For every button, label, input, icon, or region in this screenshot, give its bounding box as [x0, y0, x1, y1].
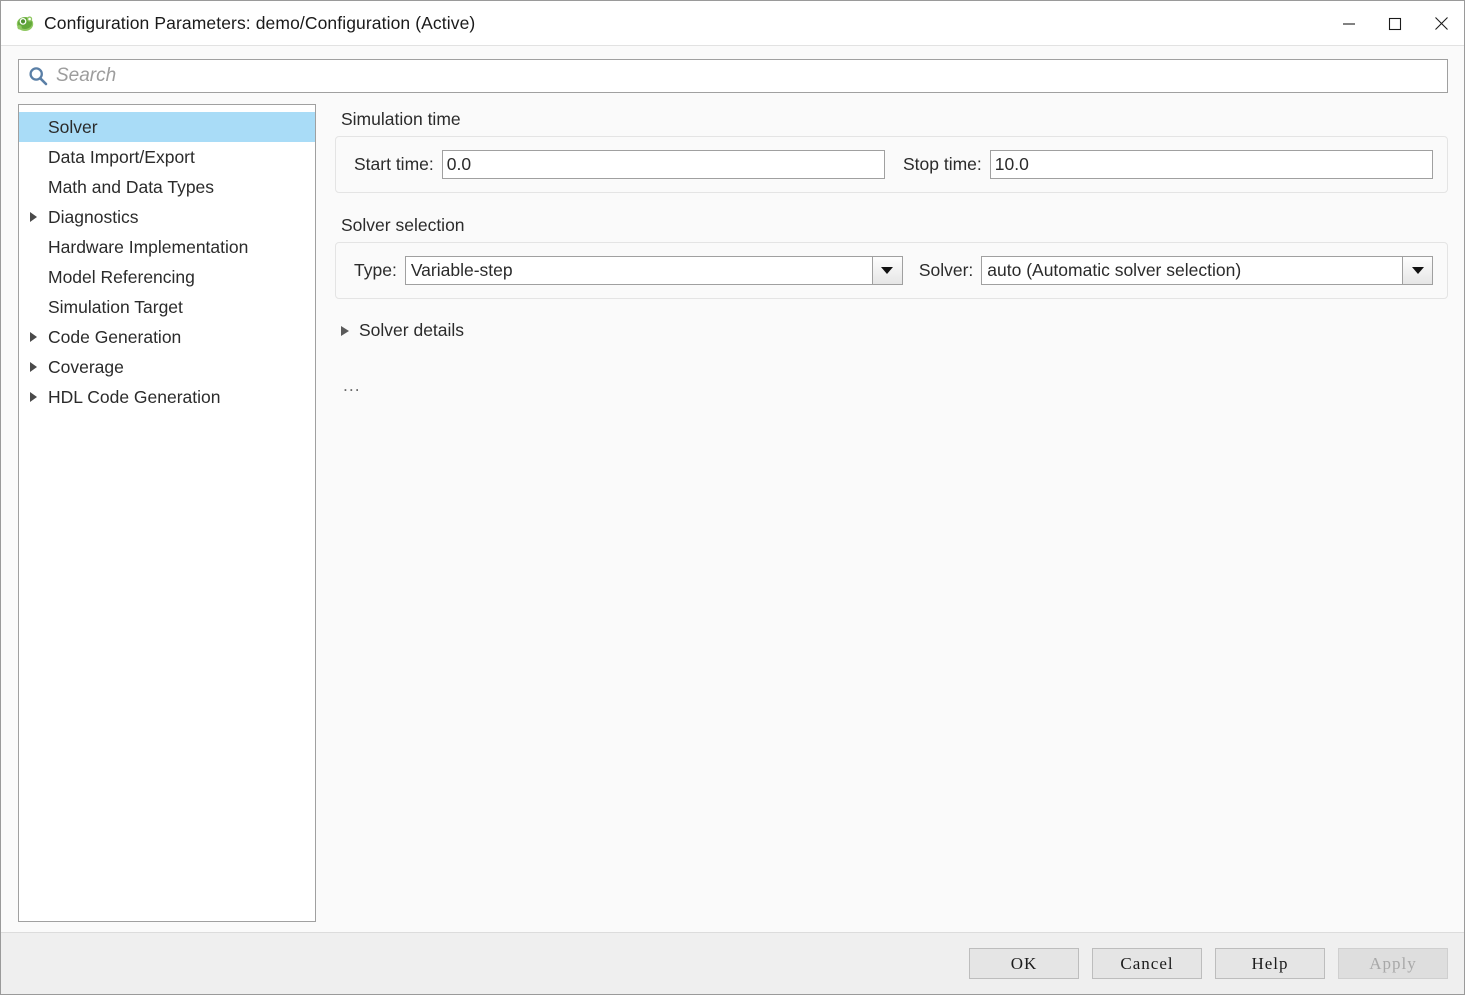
sidebar-item-label: Code Generation: [48, 326, 182, 347]
window-controls: [1326, 1, 1464, 46]
expand-arrow-icon[interactable]: [30, 382, 46, 412]
sidebar-item-solver[interactable]: Solver: [19, 112, 315, 142]
sidebar-item-code-generation[interactable]: Code Generation: [19, 322, 315, 352]
expand-arrow-icon[interactable]: [30, 202, 46, 232]
settings-tree: Solver Data Import/Export Math and Data …: [18, 104, 316, 922]
sidebar-item-math-and-data-types[interactable]: Math and Data Types: [19, 172, 315, 202]
sidebar-item-label: Model Referencing: [48, 266, 195, 287]
apply-button: Apply: [1338, 948, 1448, 979]
tree-arrow-placeholder: [30, 232, 46, 262]
solver-label: Solver:: [918, 260, 974, 280]
sidebar-item-model-referencing[interactable]: Model Referencing: [19, 262, 315, 292]
sidebar-item-data-import-export[interactable]: Data Import/Export: [19, 142, 315, 172]
simulation-time-heading: Simulation time: [341, 109, 461, 129]
window-title: Configuration Parameters: demo/Configura…: [44, 12, 476, 33]
settings-content: Simulation time Start time: Stop time: S…: [316, 104, 1448, 922]
maximize-button[interactable]: [1372, 1, 1418, 46]
chevron-down-icon[interactable]: [1402, 257, 1432, 284]
sidebar-item-label: Coverage: [48, 356, 124, 377]
title-bar: Configuration Parameters: demo/Configura…: [1, 1, 1464, 46]
solver-selection-heading: Solver selection: [341, 215, 465, 235]
configuration-parameters-dialog: Configuration Parameters: demo/Configura…: [0, 0, 1465, 995]
start-time-input[interactable]: [441, 150, 885, 179]
sidebar-item-hdl-code-generation[interactable]: HDL Code Generation: [19, 382, 315, 412]
sidebar-item-label: Data Import/Export: [48, 146, 195, 167]
search-box[interactable]: [18, 59, 1448, 93]
solver-value: auto (Automatic solver selection): [987, 260, 1242, 280]
solver-details-label: Solver details: [359, 320, 465, 340]
expand-arrow-icon: [341, 325, 349, 336]
tree-arrow-placeholder: [30, 172, 46, 202]
start-time-label: Start time:: [354, 154, 434, 174]
simulation-time-group: Start time: Stop time:: [335, 136, 1448, 193]
sidebar-item-simulation-target[interactable]: Simulation Target: [19, 292, 315, 322]
tree-arrow-placeholder: [30, 112, 46, 142]
tree-arrow-placeholder: [30, 292, 46, 322]
chevron-down-icon[interactable]: [871, 257, 902, 284]
solver-selection-group: Type: Variable-step Solver: auto (Automa…: [335, 242, 1448, 299]
sidebar-item-hardware-implementation[interactable]: Hardware Implementation: [19, 232, 315, 262]
close-icon: [1434, 17, 1448, 30]
solver-type-value: Variable-step: [410, 260, 513, 280]
tree-arrow-placeholder: [30, 142, 46, 172]
solver-type-label: Type:: [354, 260, 397, 280]
dialog-footer: OK Cancel Help Apply: [1, 932, 1464, 994]
expand-arrow-icon[interactable]: [30, 352, 46, 382]
sidebar-item-label: Hardware Implementation: [48, 236, 249, 257]
sidebar-item-label: Solver: [48, 116, 98, 137]
sidebar-item-label: Simulation Target: [48, 296, 183, 317]
sidebar-item-coverage[interactable]: Coverage: [19, 352, 315, 382]
minimize-icon: [1343, 22, 1355, 25]
overflow-ellipsis: ...: [343, 375, 361, 395]
sidebar-item-diagnostics[interactable]: Diagnostics: [19, 202, 315, 232]
stop-time-label: Stop time:: [902, 154, 982, 174]
tree-arrow-placeholder: [30, 262, 46, 292]
sidebar-item-label: HDL Code Generation: [48, 386, 221, 407]
minimize-button[interactable]: [1326, 1, 1372, 46]
stop-time-input[interactable]: [989, 150, 1434, 179]
maximize-icon: [1388, 17, 1402, 30]
solver-dropdown[interactable]: auto (Automatic solver selection): [981, 256, 1433, 285]
help-button[interactable]: Help: [1215, 948, 1325, 979]
close-button[interactable]: [1418, 1, 1464, 46]
expand-arrow-icon[interactable]: [30, 322, 46, 352]
search-icon: [29, 67, 48, 86]
search-row: [1, 46, 1464, 93]
ok-button[interactable]: OK: [969, 948, 1079, 979]
sidebar-item-label: Math and Data Types: [48, 176, 215, 197]
dialog-body: Solver Data Import/Export Math and Data …: [1, 93, 1464, 922]
cancel-button[interactable]: Cancel: [1092, 948, 1202, 979]
solver-type-dropdown[interactable]: Variable-step: [404, 256, 903, 285]
search-input[interactable]: [56, 65, 1447, 87]
simulink-logo-icon: [16, 16, 34, 31]
sidebar-item-label: Diagnostics: [48, 206, 139, 227]
solver-details-disclosure[interactable]: Solver details: [341, 320, 464, 341]
